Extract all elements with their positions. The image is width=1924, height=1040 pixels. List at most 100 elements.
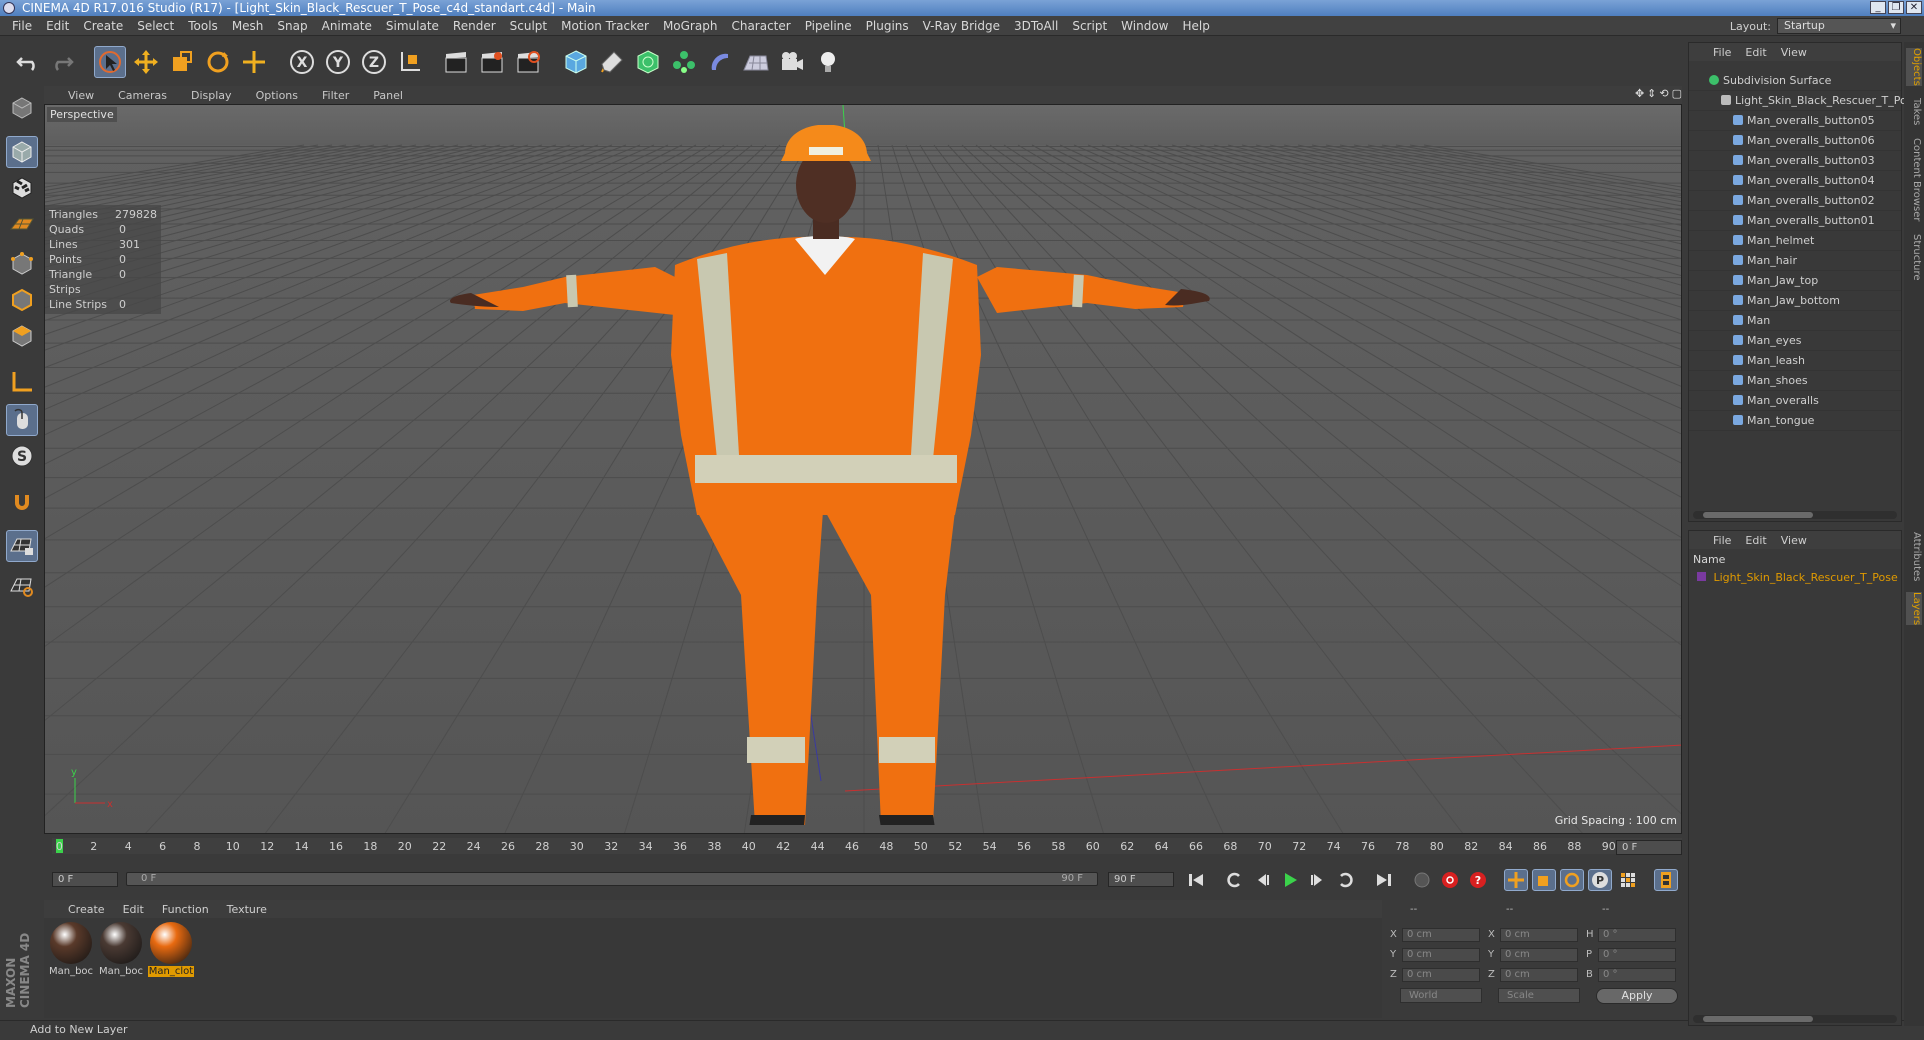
- render-settings-button[interactable]: [512, 46, 544, 78]
- menu-edit[interactable]: Edit: [46, 19, 69, 33]
- tab-attributes[interactable]: Attributes: [1906, 532, 1922, 581]
- previous-key-button[interactable]: [1222, 869, 1246, 891]
- orbit-icon[interactable]: ⟲: [1659, 87, 1668, 100]
- render-view-button[interactable]: [440, 46, 472, 78]
- tree-node-child[interactable]: Man_shoes: [1689, 371, 1901, 391]
- key-parameter-button[interactable]: P: [1588, 869, 1612, 891]
- viewport-menu-options[interactable]: Options: [256, 89, 298, 102]
- dolly-icon[interactable]: ⇕: [1647, 87, 1656, 100]
- tree-node-child[interactable]: Man_overalls_button01: [1689, 211, 1901, 231]
- texture-mode-button[interactable]: [6, 172, 38, 204]
- record-button[interactable]: [1438, 869, 1462, 891]
- menu-3dtoall[interactable]: 3DToAll: [1014, 19, 1058, 33]
- menu-sculpt[interactable]: Sculpt: [510, 19, 547, 33]
- points-mode-button[interactable]: [6, 248, 38, 280]
- key-rotation-button[interactable]: [1560, 869, 1584, 891]
- coord-value-field[interactable]: 0 cm: [1500, 948, 1578, 962]
- previous-frame-button[interactable]: [1250, 869, 1274, 891]
- render-to-picture-viewer-button[interactable]: [476, 46, 508, 78]
- tree-node-child[interactable]: Man_overalls_button02: [1689, 191, 1901, 211]
- tab-structure[interactable]: Structure: [1906, 234, 1922, 281]
- tree-node-root[interactable]: Subdivision Surface: [1689, 71, 1901, 91]
- maximize-view-icon[interactable]: ▢: [1672, 87, 1682, 100]
- end-frame-field[interactable]: 90 F: [1108, 872, 1174, 887]
- snap-button[interactable]: S: [6, 440, 38, 472]
- coord-scale-dropdown[interactable]: Scale: [1498, 988, 1580, 1003]
- z-axis-lock-button[interactable]: Z: [358, 46, 390, 78]
- layer-row[interactable]: Light_Skin_Black_Rescuer_T_Pose: [1697, 571, 1898, 584]
- tree-node-child[interactable]: Man: [1689, 311, 1901, 331]
- key-pla-button[interactable]: [1616, 869, 1640, 891]
- material-menu-edit[interactable]: Edit: [123, 903, 144, 916]
- menu-tools[interactable]: Tools: [188, 19, 218, 33]
- go-to-end-button[interactable]: [1372, 869, 1396, 891]
- close-button[interactable]: ✕: [1906, 1, 1922, 14]
- model-mode-button[interactable]: [6, 136, 38, 168]
- coord-value-field[interactable]: 0 cm: [1500, 928, 1578, 942]
- current-frame-field[interactable]: 0 F: [1616, 840, 1682, 855]
- layer-menu-edit[interactable]: Edit: [1745, 534, 1766, 547]
- material-menu-texture[interactable]: Texture: [227, 903, 267, 916]
- menu-help[interactable]: Help: [1182, 19, 1209, 33]
- coord-value-field[interactable]: 0 °: [1598, 928, 1676, 942]
- apply-button[interactable]: Apply: [1596, 988, 1678, 1004]
- material-menu-function[interactable]: Function: [162, 903, 209, 916]
- y-axis-lock-button[interactable]: Y: [322, 46, 354, 78]
- coord-value-field[interactable]: 0 cm: [1402, 948, 1480, 962]
- menu-character[interactable]: Character: [731, 19, 790, 33]
- subdivision-surface-button[interactable]: [632, 46, 664, 78]
- menu-snap[interactable]: Snap: [277, 19, 307, 33]
- tree-node-child[interactable]: Man_eyes: [1689, 331, 1901, 351]
- coord-value-field[interactable]: 0 cm: [1402, 928, 1480, 942]
- x-axis-lock-button[interactable]: X: [286, 46, 318, 78]
- pan-icon[interactable]: ✥: [1635, 87, 1644, 100]
- coord-value-field[interactable]: 0 °: [1598, 968, 1676, 982]
- rotate-tool-button[interactable]: [202, 46, 234, 78]
- make-editable-button[interactable]: [6, 92, 38, 124]
- timeline-range-slider[interactable]: 0 F 90 F: [126, 872, 1098, 886]
- viewport-menu-panel[interactable]: Panel: [373, 89, 403, 102]
- polygons-mode-button[interactable]: [6, 320, 38, 352]
- material-swatch[interactable]: Man_boc: [48, 922, 94, 977]
- menu-file[interactable]: File: [12, 19, 32, 33]
- camera-button[interactable]: [776, 46, 808, 78]
- cloner-button[interactable]: [668, 46, 700, 78]
- next-key-button[interactable]: [1334, 869, 1358, 891]
- layer-menu-file[interactable]: File: [1713, 534, 1731, 547]
- redo-button[interactable]: [46, 46, 78, 78]
- menu-mograph[interactable]: MoGraph: [663, 19, 718, 33]
- viewport-menu-filter[interactable]: Filter: [322, 89, 349, 102]
- timeline-window-button[interactable]: [1654, 869, 1678, 891]
- lock-workplane-button[interactable]: [6, 530, 38, 562]
- layout-dropdown[interactable]: Startup: [1777, 18, 1901, 34]
- camera-label[interactable]: Perspective: [47, 107, 117, 122]
- viewport-menu-display[interactable]: Display: [191, 89, 232, 102]
- play-button[interactable]: [1278, 869, 1302, 891]
- menu-render[interactable]: Render: [453, 19, 496, 33]
- magnet-button[interactable]: [6, 486, 38, 518]
- tree-node-child[interactable]: Man_Jaw_top: [1689, 271, 1901, 291]
- object-menu-file[interactable]: File: [1713, 46, 1731, 59]
- coord-value-field[interactable]: 0 °: [1598, 948, 1676, 962]
- planar-workplane-button[interactable]: [6, 570, 38, 602]
- rescuer-model[interactable]: [425, 125, 1225, 825]
- perspective-viewport[interactable]: Perspective Triangles 279828 Quads 0 Lines 30…: [44, 104, 1682, 834]
- tree-node-child[interactable]: Man_overalls_button03: [1689, 151, 1901, 171]
- tab-objects[interactable]: Objects: [1906, 48, 1922, 86]
- material-swatch[interactable]: Man_clot: [148, 922, 194, 977]
- tree-node-child[interactable]: Man_Jaw_bottom: [1689, 291, 1901, 311]
- material-manager[interactable]: Man_boc Man_boc Man_clot: [44, 918, 1382, 1018]
- pen-spline-button[interactable]: [596, 46, 628, 78]
- tree-node-child[interactable]: Man_overalls_button06: [1689, 131, 1901, 151]
- tree-node-child[interactable]: Man_tongue: [1689, 411, 1901, 431]
- coord-value-field[interactable]: 0 cm: [1500, 968, 1578, 982]
- menu-select[interactable]: Select: [137, 19, 174, 33]
- tree-node-child[interactable]: Man_overalls_button05: [1689, 111, 1901, 131]
- viewport-menu-view[interactable]: View: [68, 89, 94, 102]
- layer-manager-scrollbar[interactable]: [1693, 1015, 1897, 1023]
- menu-create[interactable]: Create: [83, 19, 123, 33]
- tree-node-child[interactable]: Man_overalls: [1689, 391, 1901, 411]
- tree-node-group[interactable]: Light_Skin_Black_Rescuer_T_Pose: [1689, 91, 1919, 111]
- deformer-button[interactable]: [704, 46, 736, 78]
- light-button[interactable]: [812, 46, 844, 78]
